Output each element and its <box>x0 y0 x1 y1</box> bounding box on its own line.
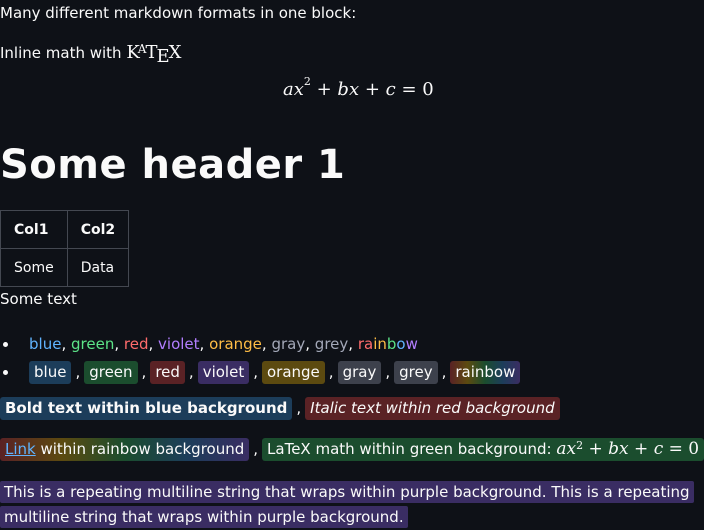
link[interactable]: Link <box>5 440 36 458</box>
table-header-cell: Col1 <box>0 210 68 249</box>
text-violet: violet <box>158 335 200 353</box>
badge-rainbow: rainbow <box>450 360 521 384</box>
bullet-icon <box>3 342 8 347</box>
badge-violet: violet <box>197 360 250 384</box>
badge-green: green <box>84 360 138 384</box>
rainbow-link-chip: Link within rainbow background <box>0 438 250 461</box>
inline-math-label: Inline math with <box>0 44 122 62</box>
bullet-list: blue, green, red, violet, orange, gray, … <box>0 330 521 386</box>
list-item-colored-text: blue, green, red, violet, orange, gray, … <box>0 330 520 358</box>
table-row: Some Data <box>0 248 130 287</box>
list-item-background-text: blue, green, red, violet, orange, gray, grey, r… <box>0 358 521 386</box>
text-blue: blue <box>29 335 62 353</box>
badge-grey: grey <box>394 360 438 384</box>
italic-red-text: Italic text within red background <box>305 397 560 420</box>
some-text: Some text <box>0 290 77 308</box>
page-header: Some header 1 <box>0 142 346 188</box>
text-gray: gray <box>271 335 306 353</box>
display-math-equation: ax2 + bx + c = 0 <box>283 75 434 100</box>
green-latex-chip: LaTeX math within green background: ax2 … <box>262 438 704 461</box>
text-orange: orange <box>209 335 262 353</box>
text-grey: grey <box>314 335 349 353</box>
text-red: red <box>123 335 149 353</box>
table-cell: Some <box>0 248 68 287</box>
text-rainbow: rainbow <box>357 335 418 353</box>
bold-italic-row: Bold text within blue background, Italic … <box>0 397 560 420</box>
markdown-table: Col1 Col2 Some Data <box>0 210 130 287</box>
bold-blue-text: Bold text within blue background <box>0 397 293 420</box>
badge-blue: blue <box>29 360 72 384</box>
table-header-row: Col1 Col2 <box>0 210 130 249</box>
multiline-purple-row: This is a repeating multiline string tha… <box>0 480 700 530</box>
badge-red: red <box>150 360 185 384</box>
multiline-purple-text: This is a repeating multiline string tha… <box>0 481 694 528</box>
bullet-icon <box>3 370 8 375</box>
markdown-block: Many different markdown formats in one b… <box>0 0 704 530</box>
badge-orange: orange <box>261 360 325 384</box>
badge-gray: gray <box>337 360 382 384</box>
inline-equation: ax2 + bx + c = 0 <box>556 439 700 459</box>
intro-text: Many different markdown formats in one b… <box>0 4 357 22</box>
katex-logo: KATEX <box>126 42 182 67</box>
table-cell: Data <box>66 248 130 287</box>
link-latex-row: Link within rainbow background, LaTeX mat… <box>0 438 704 461</box>
table-header-cell: Col2 <box>66 210 130 249</box>
inline-math-line: Inline math with KATEX <box>0 42 182 67</box>
text-green: green <box>71 335 115 353</box>
